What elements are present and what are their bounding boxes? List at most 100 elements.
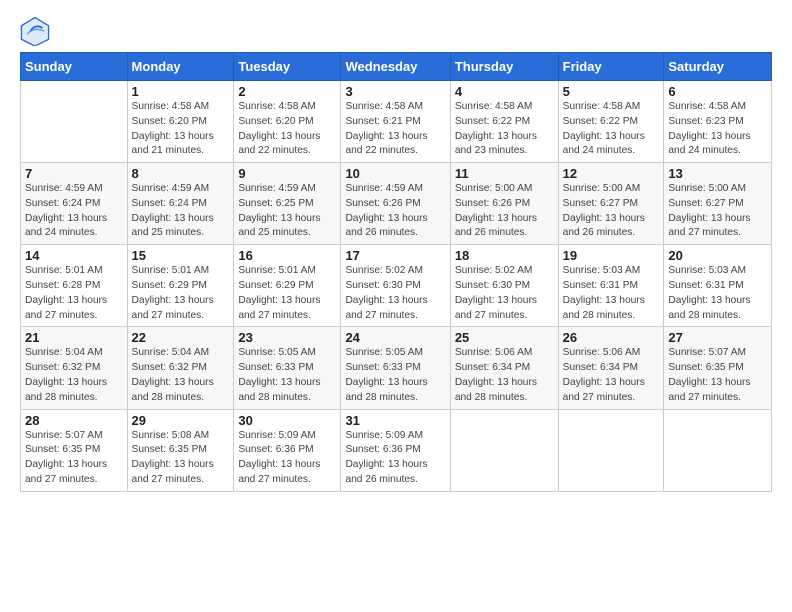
day-number: 15 — [132, 248, 230, 263]
calendar-cell: 12Sunrise: 5:00 AM Sunset: 6:27 PM Dayli… — [558, 163, 664, 245]
calendar-week-row: 21 Sunrise: 5:04 AM Sunset: 6:32 PM Dayli… — [21, 327, 772, 409]
calendar-cell: 14Sunrise: 5:01 AM Sunset: 6:28 PM Dayli… — [21, 245, 128, 327]
day-number: 8 — [132, 166, 230, 181]
calendar-cell — [664, 409, 772, 491]
day-number: 10 — [345, 166, 445, 181]
day-info: Sunrise: 4:59 AM Sunset: 6:26 PM Dayligh… — [345, 182, 445, 241]
day-number: 2 — [238, 84, 336, 99]
day-number: 30 — [238, 413, 336, 428]
day-info: Sunrise: 5:01 AM Sunset: 6:29 PM Dayligh… — [238, 264, 336, 323]
day-number: 16 — [238, 248, 336, 263]
logo — [20, 16, 54, 46]
day-info: Sunrise: 5:09 AM Sunset: 6:36 PM Dayligh… — [345, 429, 445, 488]
day-info: Sunrise: 5:09 AM Sunset: 6:36 PM Dayligh… — [238, 429, 336, 488]
day-number: 11 — [455, 166, 554, 181]
day-info: Sunrise: 4:58 AM Sunset: 6:20 PM Dayligh… — [132, 100, 230, 159]
calendar-cell: 22Sunrise: 5:04 AM Sunset: 6:32 PM Dayli… — [127, 327, 234, 409]
day-number: 31 — [345, 413, 445, 428]
day-number: 20 — [668, 248, 767, 263]
calendar-cell: 1Sunrise: 4:58 AM Sunset: 6:20 PM Daylig… — [127, 81, 234, 163]
day-info: Sunrise: 5:03 AM Sunset: 6:31 PM Dayligh… — [563, 264, 660, 323]
calendar-cell: 19Sunrise: 5:03 AM Sunset: 6:31 PM Dayli… — [558, 245, 664, 327]
calendar-cell: 28Sunrise: 5:07 AM Sunset: 6:35 PM Dayli… — [21, 409, 128, 491]
day-info: Sunrise: 5:06 AM Sunset: 6:34 PM Dayligh… — [563, 346, 660, 405]
calendar-cell: 20Sunrise: 5:03 AM Sunset: 6:31 PM Dayli… — [664, 245, 772, 327]
day-number: 6 — [668, 84, 767, 99]
day-info: Sunrise: 5:07 AM Sunset: 6:35 PM Dayligh… — [25, 429, 123, 488]
calendar-cell: 9Sunrise: 4:59 AM Sunset: 6:25 PM Daylig… — [234, 163, 341, 245]
day-number: 27 — [668, 330, 767, 345]
calendar-cell — [450, 409, 558, 491]
day-info: Sunrise: 4:59 AM Sunset: 6:24 PM Dayligh… — [132, 182, 230, 241]
day-info: Sunrise: 5:05 AM Sunset: 6:33 PM Dayligh… — [238, 346, 336, 405]
calendar-cell: 25Sunrise: 5:06 AM Sunset: 6:34 PM Dayli… — [450, 327, 558, 409]
day-number: 26 — [563, 330, 660, 345]
day-info: Sunrise: 4:58 AM Sunset: 6:21 PM Dayligh… — [345, 100, 445, 159]
calendar-cell: 8Sunrise: 4:59 AM Sunset: 6:24 PM Daylig… — [127, 163, 234, 245]
day-info: Sunrise: 5:03 AM Sunset: 6:31 PM Dayligh… — [668, 264, 767, 323]
day-number: 21 — [25, 330, 123, 345]
calendar-cell: 21Sunrise: 5:04 AM Sunset: 6:32 PM Dayli… — [21, 327, 128, 409]
day-number: 28 — [25, 413, 123, 428]
day-number: 23 — [238, 330, 336, 345]
calendar-header-sunday: Sunday — [21, 53, 128, 81]
day-info: Sunrise: 5:01 AM Sunset: 6:28 PM Dayligh… — [25, 264, 123, 323]
calendar-week-row: 28Sunrise: 5:07 AM Sunset: 6:35 PM Dayli… — [21, 409, 772, 491]
day-info: Sunrise: 4:58 AM Sunset: 6:22 PM Dayligh… — [563, 100, 660, 159]
calendar-header-wednesday: Wednesday — [341, 53, 450, 81]
calendar-table: SundayMondayTuesdayWednesdayThursdayFrid… — [20, 52, 772, 492]
day-info: Sunrise: 4:59 AM Sunset: 6:25 PM Dayligh… — [238, 182, 336, 241]
day-number: 29 — [132, 413, 230, 428]
day-info: Sunrise: 5:05 AM Sunset: 6:33 PM Dayligh… — [345, 346, 445, 405]
calendar-cell: 11Sunrise: 5:00 AM Sunset: 6:26 PM Dayli… — [450, 163, 558, 245]
day-number: 22 — [132, 330, 230, 345]
calendar-cell: 23Sunrise: 5:05 AM Sunset: 6:33 PM Dayli… — [234, 327, 341, 409]
day-info: Sunrise: 5:00 AM Sunset: 6:26 PM Dayligh… — [455, 182, 554, 241]
day-number: 7 — [25, 166, 123, 181]
calendar-cell: 24Sunrise: 5:05 AM Sunset: 6:33 PM Dayli… — [341, 327, 450, 409]
day-number: 17 — [345, 248, 445, 263]
calendar-cell: 29Sunrise: 5:08 AM Sunset: 6:35 PM Dayli… — [127, 409, 234, 491]
day-number: 5 — [563, 84, 660, 99]
day-number: 19 — [563, 248, 660, 263]
calendar-cell: 26Sunrise: 5:06 AM Sunset: 6:34 PM Dayli… — [558, 327, 664, 409]
day-info: Sunrise: 4:58 AM Sunset: 6:20 PM Dayligh… — [238, 100, 336, 159]
day-info: Sunrise: 5:00 AM Sunset: 6:27 PM Dayligh… — [563, 182, 660, 241]
calendar-week-row: 1Sunrise: 4:58 AM Sunset: 6:20 PM Daylig… — [21, 81, 772, 163]
day-number: 24 — [345, 330, 445, 345]
day-number: 1 — [132, 84, 230, 99]
calendar-week-row: 14Sunrise: 5:01 AM Sunset: 6:28 PM Dayli… — [21, 245, 772, 327]
day-info: Sunrise: 5:08 AM Sunset: 6:35 PM Dayligh… — [132, 429, 230, 488]
day-info: Sunrise: 4:59 AM Sunset: 6:24 PM Dayligh… — [25, 182, 123, 241]
calendar-header-tuesday: Tuesday — [234, 53, 341, 81]
calendar-cell: 16Sunrise: 5:01 AM Sunset: 6:29 PM Dayli… — [234, 245, 341, 327]
calendar-header-row: SundayMondayTuesdayWednesdayThursdayFrid… — [21, 53, 772, 81]
calendar-cell — [21, 81, 128, 163]
day-number: 14 — [25, 248, 123, 263]
calendar-cell: 10Sunrise: 4:59 AM Sunset: 6:26 PM Dayli… — [341, 163, 450, 245]
calendar-cell: 31Sunrise: 5:09 AM Sunset: 6:36 PM Dayli… — [341, 409, 450, 491]
calendar-cell: 2Sunrise: 4:58 AM Sunset: 6:20 PM Daylig… — [234, 81, 341, 163]
calendar-cell: 17Sunrise: 5:02 AM Sunset: 6:30 PM Dayli… — [341, 245, 450, 327]
day-info: Sunrise: 4:58 AM Sunset: 6:22 PM Dayligh… — [455, 100, 554, 159]
calendar-header-saturday: Saturday — [664, 53, 772, 81]
calendar-cell: 3Sunrise: 4:58 AM Sunset: 6:21 PM Daylig… — [341, 81, 450, 163]
calendar-cell: 15Sunrise: 5:01 AM Sunset: 6:29 PM Dayli… — [127, 245, 234, 327]
calendar-cell: 13Sunrise: 5:00 AM Sunset: 6:27 PM Dayli… — [664, 163, 772, 245]
calendar-cell: 18Sunrise: 5:02 AM Sunset: 6:30 PM Dayli… — [450, 245, 558, 327]
logo-icon — [20, 16, 50, 46]
day-info: Sunrise: 5:02 AM Sunset: 6:30 PM Dayligh… — [455, 264, 554, 323]
calendar-cell: 4Sunrise: 4:58 AM Sunset: 6:22 PM Daylig… — [450, 81, 558, 163]
calendar-week-row: 7Sunrise: 4:59 AM Sunset: 6:24 PM Daylig… — [21, 163, 772, 245]
calendar-header-monday: Monday — [127, 53, 234, 81]
day-number: 12 — [563, 166, 660, 181]
day-info: Sunrise: 5:04 AM Sunset: 6:32 PM Dayligh… — [132, 346, 230, 405]
day-info: Sunrise: 5:00 AM Sunset: 6:27 PM Dayligh… — [668, 182, 767, 241]
calendar-header-friday: Friday — [558, 53, 664, 81]
day-info: Sunrise: 4:58 AM Sunset: 6:23 PM Dayligh… — [668, 100, 767, 159]
calendar-header-thursday: Thursday — [450, 53, 558, 81]
day-number: 13 — [668, 166, 767, 181]
day-info: Sunrise: 5:02 AM Sunset: 6:30 PM Dayligh… — [345, 264, 445, 323]
header — [20, 16, 772, 46]
calendar-cell: 7Sunrise: 4:59 AM Sunset: 6:24 PM Daylig… — [21, 163, 128, 245]
